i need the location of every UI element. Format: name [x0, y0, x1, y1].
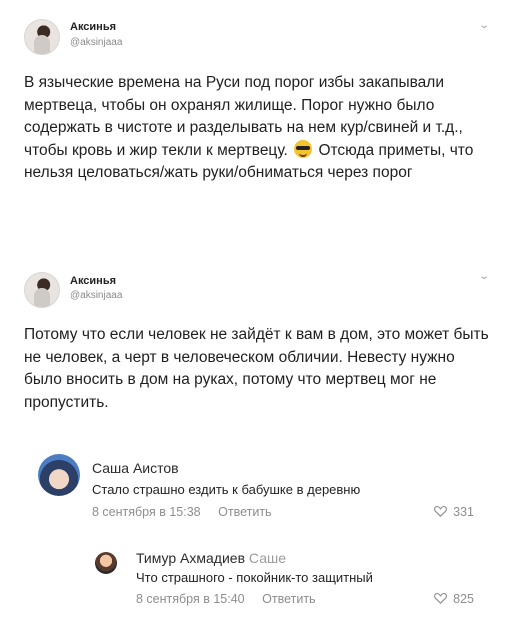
comment-date[interactable]: 8 сентября в 15:40 [136, 592, 245, 606]
comment-text: Стало страшно ездить к бабушке в деревню [92, 482, 361, 497]
comment: Саша Аистов Стало страшно ездить к бабуш… [0, 450, 510, 535]
comment-text: Что страшного - покойник-то защитный [136, 570, 373, 585]
like-count: 825 [453, 592, 474, 606]
heart-icon [434, 506, 448, 517]
reply-to-name[interactable]: Саше [249, 550, 286, 566]
comment-meta: 8 сентября в 15:40 Ответить [136, 592, 316, 606]
comment-date[interactable]: 8 сентября в 15:38 [92, 505, 201, 519]
chevron-down-icon[interactable]: ⌄ [478, 20, 490, 31]
tweet-text: В языческие времена на Руси под порог из… [24, 72, 494, 185]
chevron-down-icon[interactable]: ⌄ [478, 271, 490, 282]
reply-button[interactable]: Ответить [262, 592, 315, 606]
comment-reply: Тимур Ахмадиев Саше Что страшного - поко… [0, 540, 510, 620]
tweet-2: Аксинья @aksinjaaa ⌄ Потому что если чел… [0, 258, 510, 433]
reply-button[interactable]: Ответить [218, 505, 271, 519]
author-name[interactable]: Аксинья [70, 21, 116, 33]
author-handle[interactable]: @aksinjaaa [70, 290, 122, 301]
comment-meta: 8 сентября в 15:38 Ответить [92, 505, 272, 519]
author-name[interactable]: Аксинья [70, 275, 116, 287]
like-button[interactable]: 331 [434, 505, 474, 519]
avatar[interactable] [38, 454, 80, 496]
tweet-1: Аксинья @aksinjaaa ⌄ В языческие времена… [0, 0, 510, 258]
sunglasses-emoji-icon [294, 139, 313, 158]
comment-author-link[interactable]: Тимур Ахмадиев [136, 550, 245, 566]
tweet-text: Потому что если человек не зайдёт к вам … [24, 326, 489, 411]
avatar[interactable] [24, 19, 60, 55]
avatar[interactable] [95, 552, 117, 574]
like-count: 331 [453, 505, 474, 519]
avatar[interactable] [24, 272, 60, 308]
comment-author-name[interactable]: Саша Аистов [92, 460, 179, 476]
comment-author-name: Тимур Ахмадиев Саше [136, 550, 286, 566]
heart-icon [434, 593, 448, 604]
like-button[interactable]: 825 [434, 592, 474, 606]
author-handle[interactable]: @aksinjaaa [70, 37, 122, 48]
